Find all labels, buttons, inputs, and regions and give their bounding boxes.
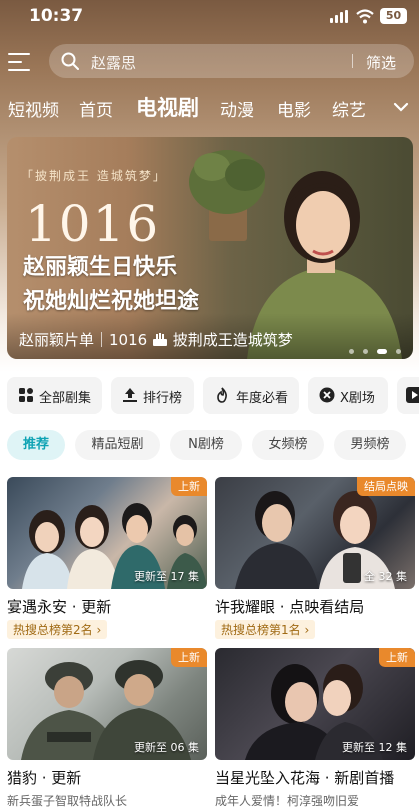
tab-tv-series[interactable]: 电视剧: [136, 92, 199, 122]
search-placeholder: 赵露思: [91, 54, 137, 72]
annual-must-watch-button[interactable]: 年度必看: [203, 377, 299, 414]
chip-female-rank[interactable]: 女频榜: [252, 430, 324, 460]
chevron-down-icon[interactable]: [392, 98, 410, 116]
episode-count: 更新至 06 集: [134, 741, 199, 754]
card-title[interactable]: 当星光坠入花海 · 新剧首播: [215, 767, 394, 788]
card-subtitle: 新兵蛋子智取特战队长: [7, 794, 128, 808]
quick-entries: 全部剧集 排行榜 年度必看 X剧场: [0, 377, 419, 415]
all-series-button[interactable]: 全部剧集: [7, 377, 102, 414]
tab-anime[interactable]: 动漫: [220, 96, 254, 121]
search-divider: [352, 54, 353, 68]
card-thumbnail[interactable]: 上新 更新至 06 集: [7, 648, 207, 760]
new-badge: 上新: [171, 648, 207, 667]
status-time: 10:37: [29, 6, 84, 26]
carousel-dot-active[interactable]: [376, 349, 387, 354]
card-title[interactable]: 猎豹 · 更新: [7, 767, 81, 788]
search-bar[interactable]: 赵露思 筛选: [49, 44, 414, 78]
tab-variety[interactable]: 综艺: [332, 96, 366, 121]
cake-icon: [152, 333, 167, 346]
card-thumbnail[interactable]: 上新 更新至 17 集: [7, 477, 207, 589]
ranking-button[interactable]: 排行榜: [111, 377, 194, 414]
filter-chips: 推荐 精品短剧 N剧榜 女频榜 男频榜: [0, 430, 419, 460]
x-theater-label: X剧场: [340, 391, 375, 406]
chip-premium-short[interactable]: 精品短剧: [75, 430, 160, 460]
new-badge: 上新: [379, 648, 415, 667]
banner-caption-right: 披荆成王造城筑梦: [172, 331, 293, 349]
ranking-label: 排行榜: [143, 391, 183, 406]
more-entry-button[interactable]: [397, 377, 419, 414]
all-series-label: 全部剧集: [39, 391, 92, 406]
episode-count: 全 32 集: [364, 570, 407, 583]
battery-icon: 50: [380, 8, 407, 24]
hero-banner[interactable]: 「披荆成王 造城筑梦」 1016 赵丽颖生日快乐 祝她灿烂祝她坦途 赵丽颖片单｜…: [7, 137, 413, 359]
search-icon: [61, 52, 79, 70]
menu-button[interactable]: [8, 50, 32, 71]
episode-count: 更新至 17 集: [134, 570, 199, 583]
status-bar: 10:37 50: [0, 0, 419, 34]
grid-icon: [19, 388, 33, 402]
chip-recommend[interactable]: 推荐: [7, 430, 65, 460]
signal-icon: [330, 10, 350, 23]
new-badge: 上新: [171, 477, 207, 496]
flame-icon: [217, 387, 227, 403]
ranking-icon: [123, 388, 137, 402]
channel-tabs: 短视频 首页 电视剧 动漫 电影 综艺: [0, 90, 419, 124]
wifi-icon: [356, 9, 374, 24]
card-subtitle: 热搜总榜第2名 ›: [7, 620, 108, 639]
card-subtitle: 成年人爱情！柯淳强吻旧爱: [215, 794, 360, 808]
chip-male-rank[interactable]: 男频榜: [334, 430, 406, 460]
carousel-dot[interactable]: [348, 349, 354, 354]
banner-headline-1: 赵丽颖生日快乐: [23, 254, 178, 280]
carousel-dot[interactable]: [396, 349, 401, 354]
banner-headline-2: 祝她灿烂祝她坦途: [23, 288, 200, 314]
chip-n-rank[interactable]: N剧榜: [170, 430, 242, 460]
card-thumbnail[interactable]: 上新 更新至 12 集: [215, 648, 415, 760]
banner-caption-left: 赵丽颖片单｜1016: [19, 331, 148, 349]
carousel-indicator: [345, 339, 401, 358]
card-title[interactable]: 许我耀眼 · 点映看结局: [215, 596, 364, 617]
x-theater-button[interactable]: X剧场: [308, 377, 388, 414]
banner-big-number: 1016: [25, 195, 161, 253]
banner-tagline: 「披荆成王 造城筑梦」: [21, 169, 167, 183]
annual-must-watch-label: 年度必看: [236, 391, 289, 406]
carousel-dot[interactable]: [362, 349, 368, 354]
x-theater-icon: [319, 387, 335, 403]
tab-short-video[interactable]: 短视频: [8, 96, 59, 121]
finale-badge: 结局点映: [357, 477, 415, 496]
play-icon: [406, 387, 419, 403]
card-subtitle: 热搜总榜第1名 ›: [215, 620, 316, 639]
filter-button[interactable]: 筛选: [366, 52, 396, 73]
card-thumbnail[interactable]: 结局点映 全 32 集: [215, 477, 415, 589]
tab-home[interactable]: 首页: [79, 96, 113, 121]
episode-count: 更新至 12 集: [342, 741, 407, 754]
banner-caption: 赵丽颖片单｜1016 披荆成王造城筑梦: [19, 329, 293, 350]
tab-movies[interactable]: 电影: [277, 96, 311, 121]
card-title[interactable]: 宴遇永安 · 更新: [7, 596, 111, 617]
